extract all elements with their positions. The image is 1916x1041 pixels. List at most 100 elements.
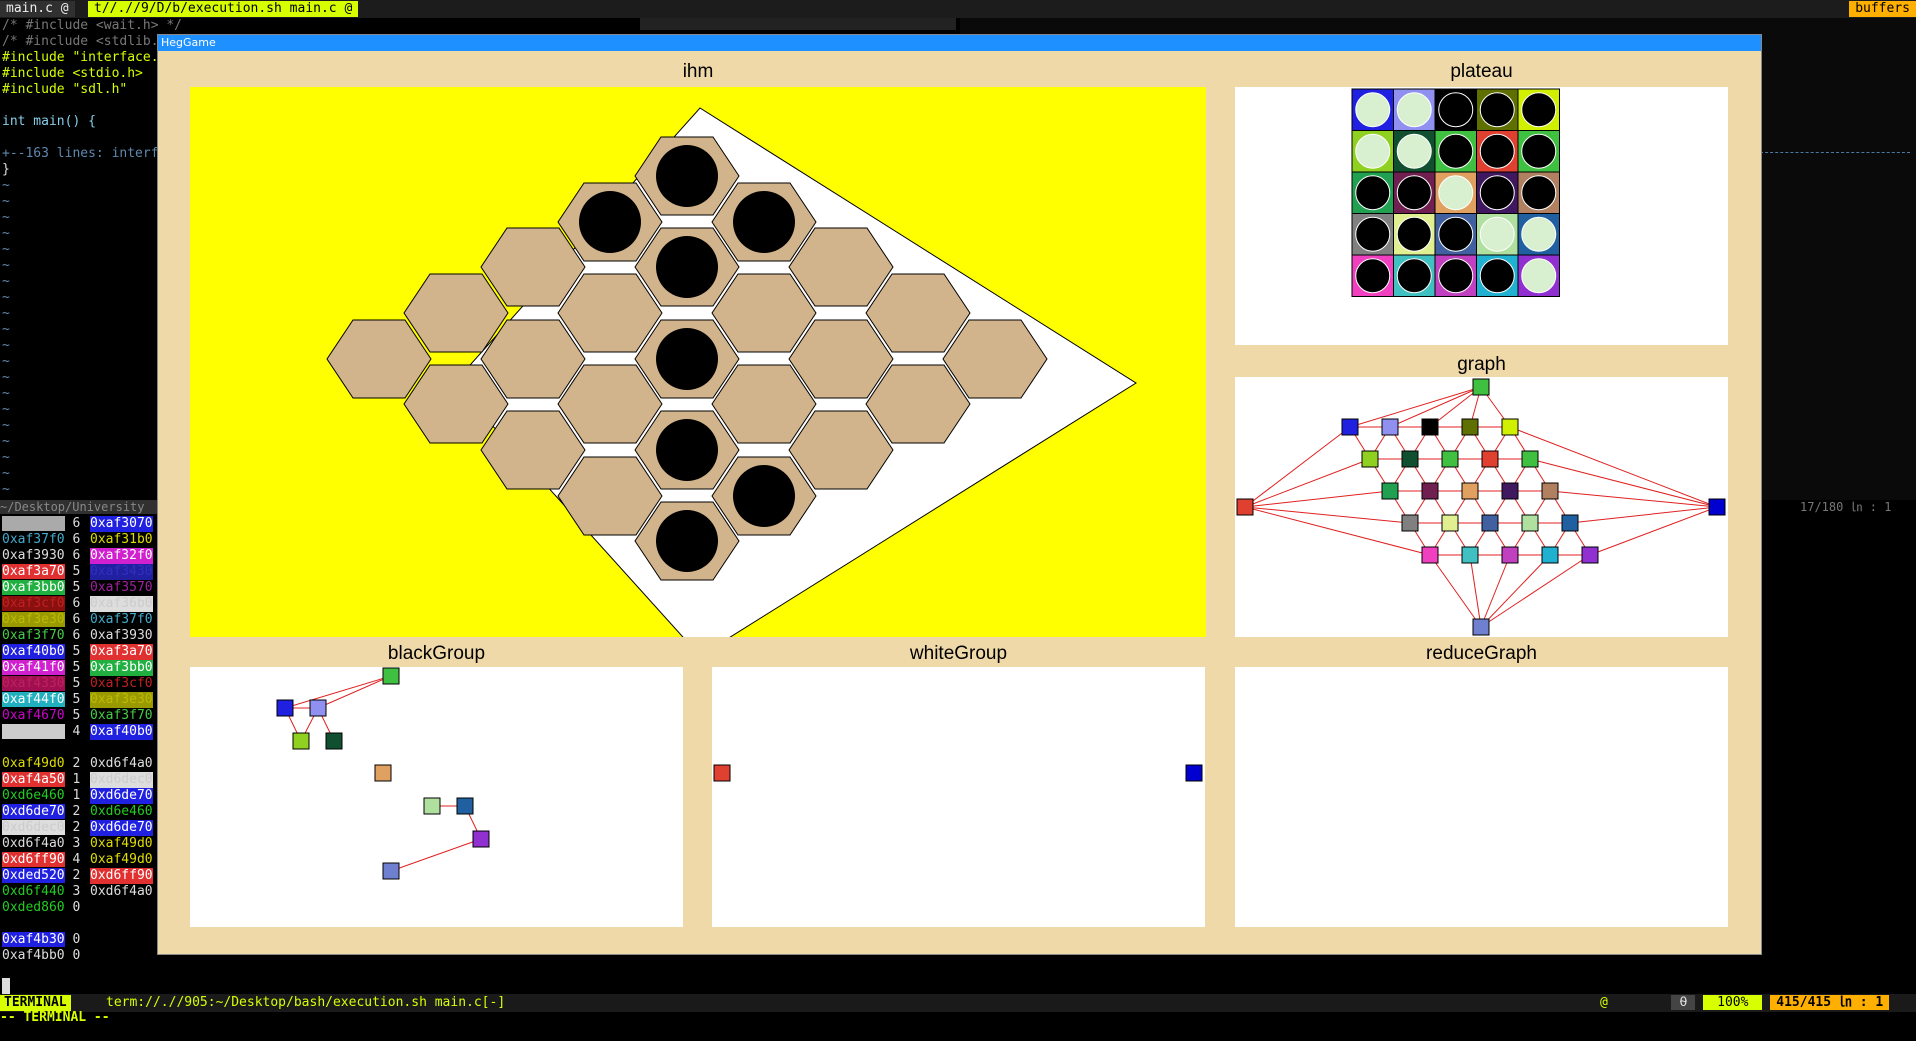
black-stone: [1396, 216, 1432, 252]
code-line[interactable]: +--163 lines: interface: [2, 146, 182, 162]
memory-row-right: 0xaf3930: [90, 628, 153, 643]
black-stone: [1479, 258, 1515, 294]
status-sep: ⍬: [1671, 995, 1696, 1010]
graph-node: [1501, 546, 1519, 564]
memory-count: 5: [64, 660, 81, 675]
memory-row-right: 0xaf37f0: [90, 612, 153, 627]
empty-line-marker: ~: [2, 226, 10, 241]
memory-address: 0xaf3cf0: [2, 596, 65, 611]
memory-address: 0xded860: [2, 900, 65, 915]
mode-indicator: -- TERMINAL --: [0, 1010, 110, 1025]
code-line[interactable]: #include "interface.h": [2, 50, 174, 66]
memory-row-right: 0xd6e460: [90, 804, 153, 819]
terminal-cursor: [2, 978, 10, 994]
graph-node: [1472, 618, 1490, 636]
memory-count: 6: [64, 612, 81, 627]
graph-node: [1708, 498, 1726, 516]
memory-count: 5: [64, 644, 81, 659]
memory-count: 2: [64, 868, 81, 883]
memory-row: 0xaf4330 5: [2, 676, 80, 692]
black-stone: [656, 510, 718, 572]
graph-node: [1501, 482, 1519, 500]
graph-edge: [1469, 554, 1482, 628]
black-stone: [1438, 216, 1474, 252]
blackgroup-label: blackGroup: [387, 643, 486, 664]
ihm-panel[interactable]: [190, 87, 1206, 637]
memory-row-right: 0xd6de70: [90, 788, 153, 804]
black-stone: [1355, 216, 1391, 252]
heggame-window[interactable]: HegGame ihm plateau graph blackGroup whi…: [157, 34, 1762, 955]
black-stone: [1521, 133, 1557, 169]
graph-panel: [1235, 377, 1728, 637]
memory-row-right: 0xaf49d0: [90, 836, 153, 851]
memory-row: 0xded860 0: [2, 900, 80, 916]
code-line[interactable]: }: [2, 162, 10, 178]
memory-row: 0xd6de70 2: [2, 804, 80, 820]
empty-line-marker: ~: [2, 418, 10, 433]
empty-line-marker: ~: [2, 482, 10, 497]
black-stone: [733, 191, 795, 253]
black-stone: [1521, 175, 1557, 211]
empty-line-marker: ~: [2, 306, 10, 321]
memory-row: 0xaf47b0 4: [2, 724, 80, 740]
white-stone: [1521, 258, 1557, 294]
graph-node: [1472, 378, 1490, 396]
code-line[interactable]: /* #include <wait.h> */: [2, 18, 182, 34]
hex-board[interactable]: [190, 87, 1206, 637]
graph-node: [1541, 482, 1559, 500]
black-stone: [656, 419, 718, 481]
reducegraph-label: reduceGraph: [1426, 643, 1537, 664]
group-node: [1185, 764, 1203, 782]
empty-line-marker: ~: [2, 210, 10, 225]
graph-node: [1461, 418, 1479, 436]
graph-edge: [1349, 386, 1482, 428]
memory-address: 0xd6ff90: [2, 852, 65, 867]
memory-address: 0xaf4330: [2, 676, 65, 691]
window-title: HegGame: [161, 36, 216, 49]
tab-main-c[interactable]: main.c @: [0, 1, 75, 17]
graph-node: [1361, 450, 1379, 468]
memory-count: 6: [64, 548, 81, 563]
ihm-label: ihm: [682, 61, 714, 82]
group-node: [309, 699, 327, 717]
memory-count: 1: [64, 788, 81, 803]
white-stone: [1355, 92, 1391, 128]
memory-count: 3: [64, 836, 81, 851]
memory-row: 0xaf3e30 6: [2, 612, 80, 628]
status-icon: @: [1600, 995, 1608, 1010]
graph-node: [1541, 546, 1559, 564]
memory-address: 0xaf4bb0: [2, 948, 65, 963]
code-line[interactable]: #include "sdl.h": [2, 82, 127, 98]
memory-count: 0: [64, 932, 81, 947]
black-stone: [656, 145, 718, 207]
white-stone: [1396, 133, 1432, 169]
memory-count: 1: [64, 772, 81, 787]
graph-node: [1421, 482, 1439, 500]
graph-node: [1561, 514, 1579, 532]
graph-node: [1441, 450, 1459, 468]
memory-count: 4: [64, 852, 81, 867]
graph-edge: [1480, 554, 1551, 628]
black-stone: [1438, 258, 1474, 294]
tab-execution[interactable]: t//.//9/D/b/execution.sh main.c @: [88, 1, 359, 17]
memory-row-right: 0xaf3070: [90, 516, 153, 532]
buffers-indicator[interactable]: buffers: [1849, 1, 1916, 17]
memory-row-right: 0xaf36b0: [90, 596, 153, 612]
memory-address: 0xaf40b0: [2, 644, 65, 659]
window-titlebar[interactable]: HegGame: [158, 35, 1761, 51]
group-node: [374, 764, 392, 782]
memory-row: 0xd6f4a0 3: [2, 836, 80, 852]
memory-row: 0xd6dec0 2: [2, 820, 80, 836]
memory-row: 0xaf36b0 6: [2, 516, 80, 532]
black-stone: [733, 465, 795, 527]
code-line[interactable]: #include <stdio.h>: [2, 66, 143, 82]
memory-row-right: 0xaf49d0: [90, 852, 153, 867]
memory-row-right: 0xaf3f70: [90, 708, 153, 723]
memory-row-right: 0xd6de70: [90, 820, 153, 836]
group-node: [456, 797, 474, 815]
graph-node: [1341, 418, 1359, 436]
memory-count: 6: [64, 628, 81, 643]
empty-line-marker: ~: [2, 274, 10, 289]
code-line[interactable]: int main() {: [2, 114, 96, 130]
black-stone: [1521, 92, 1557, 128]
